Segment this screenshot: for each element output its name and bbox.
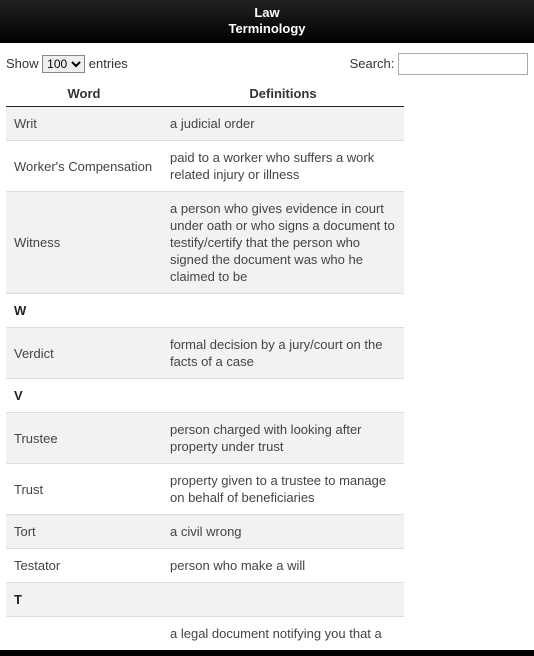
definition-cell: property given to a trustee to manage on… xyxy=(162,464,404,515)
search-label: Search: xyxy=(350,56,395,71)
word-cell xyxy=(6,617,162,651)
footer-bar xyxy=(0,650,534,656)
definition-cell xyxy=(162,379,404,413)
entries-label: entries xyxy=(89,56,128,71)
table-row: T xyxy=(6,583,404,617)
table-row: Worker's Compensationpaid to a worker wh… xyxy=(6,141,404,192)
definition-cell: a person who gives evidence in court und… xyxy=(162,192,404,294)
search-input[interactable] xyxy=(398,53,528,75)
table-row: Writa judicial order xyxy=(6,107,404,141)
search-control: Search: xyxy=(350,53,528,75)
word-cell: W xyxy=(6,294,162,328)
table-row: a legal document notifying you that a xyxy=(6,617,404,651)
table-row: W xyxy=(6,294,404,328)
page-header: Law Terminology xyxy=(0,0,534,43)
definition-cell: formal decision by a jury/court on the f… xyxy=(162,328,404,379)
table-row: Trustproperty given to a trustee to mana… xyxy=(6,464,404,515)
word-cell: Worker's Compensation xyxy=(6,141,162,192)
definition-cell xyxy=(162,583,404,617)
word-cell: V xyxy=(6,379,162,413)
word-cell: Trust xyxy=(6,464,162,515)
page-size-control: Show 100 entries xyxy=(6,55,128,73)
word-cell: Testator xyxy=(6,549,162,583)
header-title-1: Law xyxy=(0,5,534,21)
word-cell: Verdict xyxy=(6,328,162,379)
definition-cell xyxy=(162,294,404,328)
table-row: Torta civil wrong xyxy=(6,515,404,549)
column-header-word[interactable]: Word xyxy=(6,81,162,107)
table-row: Testatorperson who make a will xyxy=(6,549,404,583)
word-cell: Writ xyxy=(6,107,162,141)
definition-cell: person charged with looking after proper… xyxy=(162,413,404,464)
header-title-2: Terminology xyxy=(0,21,534,37)
page-size-select[interactable]: 100 xyxy=(42,55,85,73)
word-cell: Witness xyxy=(6,192,162,294)
definition-cell: a legal document notifying you that a xyxy=(162,617,404,651)
word-cell: Trustee xyxy=(6,413,162,464)
table-row: Trusteeperson charged with looking after… xyxy=(6,413,404,464)
table-row: Witnessa person who gives evidence in co… xyxy=(6,192,404,294)
show-label: Show xyxy=(6,56,39,71)
word-cell: Tort xyxy=(6,515,162,549)
definition-cell: paid to a worker who suffers a work rela… xyxy=(162,141,404,192)
word-cell: T xyxy=(6,583,162,617)
definition-cell: a judicial order xyxy=(162,107,404,141)
terminology-table: Word Definitions Writa judicial orderWor… xyxy=(6,81,404,650)
definition-cell: a civil wrong xyxy=(162,515,404,549)
table-row: V xyxy=(6,379,404,413)
table-row: Verdictformal decision by a jury/court o… xyxy=(6,328,404,379)
definition-cell: person who make a will xyxy=(162,549,404,583)
column-header-definition[interactable]: Definitions xyxy=(162,81,404,107)
table-toolbar: Show 100 entries Search: xyxy=(0,43,534,81)
